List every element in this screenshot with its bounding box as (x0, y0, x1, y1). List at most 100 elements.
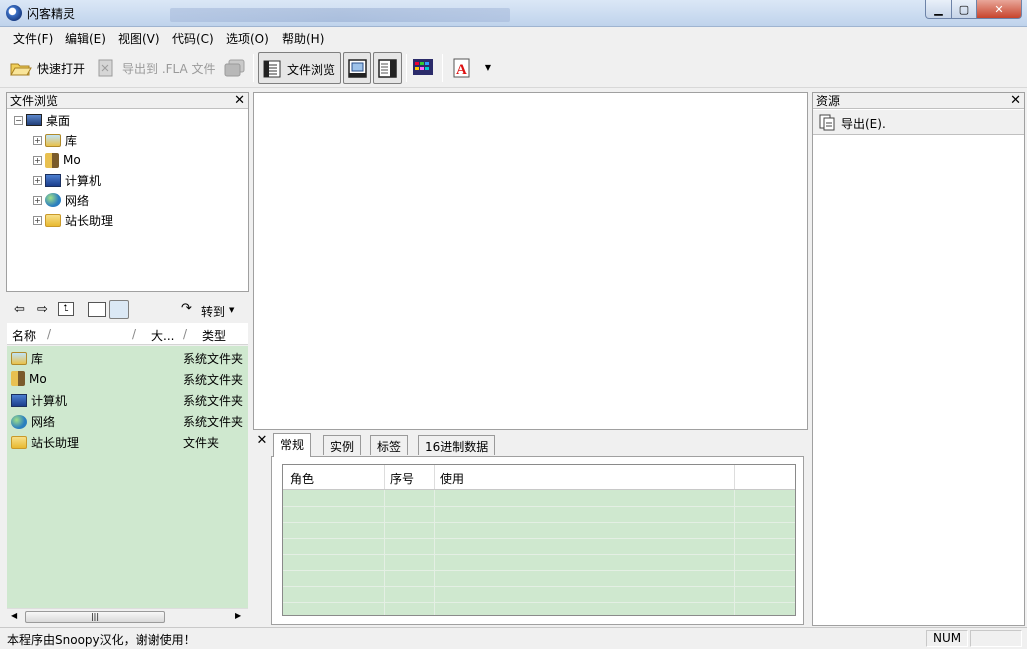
tree-item-network[interactable]: + 网络 (33, 191, 89, 209)
minimize-icon: ▁ (934, 2, 943, 16)
forward-arrow-icon[interactable]: ⇨ (37, 302, 48, 317)
tree-item-desktop[interactable]: − 桌面 (14, 111, 70, 129)
file-name: 站长助理 (31, 436, 80, 450)
expand-icon[interactable]: + (33, 195, 42, 205)
list-item[interactable]: 库 系统文件夹 (7, 347, 248, 368)
tree-label: 库 (65, 133, 78, 148)
file-type: 系统文件夹 (183, 373, 244, 387)
preview-area[interactable] (253, 92, 808, 430)
tree-label: Mo (63, 153, 81, 167)
tree-label: 网络 (65, 193, 90, 208)
column-usage[interactable]: 使用 (440, 470, 464, 487)
file-type: 文件夹 (183, 436, 220, 450)
column-index[interactable]: 序号 (390, 470, 414, 487)
expand-icon[interactable]: + (33, 215, 42, 225)
tree-item-webmaster[interactable]: + 站长助理 (33, 211, 113, 229)
collapse-icon[interactable]: − (14, 115, 23, 125)
column-name[interactable]: 名称 (12, 327, 36, 344)
computer-icon (11, 394, 27, 407)
file-type: 系统文件夹 (183, 415, 244, 429)
tree-item-mo[interactable]: + Mo (33, 151, 81, 169)
tree-item-computer[interactable]: + 计算机 (33, 171, 101, 189)
up-folder-icon[interactable]: ⮤ (58, 302, 74, 316)
status-bar: 本程序由Snoopy汉化，谢谢使用！ NUM (0, 627, 1027, 649)
file-browse-toggle[interactable]: 文件浏览 (258, 52, 341, 84)
file-browser-close-icon[interactable]: ✕ (234, 93, 245, 108)
goto-button[interactable]: 转到 (201, 303, 225, 320)
column-role[interactable]: 角色 (290, 470, 314, 487)
properties-grid: 角色 序号 使用 (282, 464, 796, 616)
back-arrow-icon[interactable]: ⇦ (14, 302, 25, 317)
tab-general[interactable]: 常规 (273, 433, 312, 457)
tab-hex-data[interactable]: 16进制数据 (418, 435, 496, 455)
list-item[interactable]: 计算机 系统文件夹 (7, 389, 248, 410)
tree-label: 计算机 (65, 173, 102, 188)
desktop-icon (26, 114, 42, 126)
file-browse-icon (263, 60, 281, 78)
expand-icon[interactable]: + (33, 135, 42, 145)
list-item[interactable]: 站长助理 文件夹 (7, 431, 248, 452)
menu-help[interactable]: 帮助(H) (282, 30, 324, 47)
scroll-right-icon[interactable]: ▶ (235, 611, 241, 620)
column-size[interactable]: 大... (151, 327, 174, 344)
resources-title-text: 资源 (816, 94, 841, 108)
list-item[interactable]: Mo 系统文件夹 (7, 368, 248, 389)
expand-icon[interactable]: + (33, 155, 42, 165)
properties-close-icon[interactable]: ✕ (253, 433, 271, 451)
details-view-icon[interactable] (109, 300, 129, 319)
column-type[interactable]: 类型 (202, 327, 226, 344)
scroll-thumb[interactable]: ||| (25, 611, 165, 623)
close-button[interactable]: ✕ (976, 0, 1022, 19)
tree-item-library[interactable]: + 库 (33, 131, 77, 149)
menu-view[interactable]: 视图(V) (118, 30, 160, 47)
export-fla-button (96, 58, 116, 78)
menu-edit[interactable]: 编辑(E) (65, 30, 106, 47)
resources-title: 资源 ✕ (813, 93, 1024, 109)
library-icon (11, 352, 27, 365)
maximize-icon: ▢ (958, 2, 970, 16)
color-view-button[interactable] (412, 58, 434, 76)
quick-open-button[interactable] (10, 58, 32, 78)
scroll-left-icon[interactable]: ◀ (11, 611, 17, 620)
export-fla-label: 导出到 .FLA 文件 (122, 62, 216, 76)
quick-open-label[interactable]: 快速打开 (37, 60, 85, 77)
folder-icon (11, 436, 27, 449)
horizontal-scrollbar[interactable]: ◀ ||| ▶ (7, 608, 248, 625)
network-icon (45, 193, 61, 207)
export-button[interactable]: 导出(E). (841, 115, 886, 132)
preview-panel-icon (348, 59, 367, 78)
maximize-button[interactable]: ▢ (951, 0, 977, 19)
chevron-down-icon[interactable]: ▼ (229, 306, 234, 314)
tab-instance[interactable]: 实例 (323, 435, 362, 455)
resource-panel-toggle[interactable] (373, 52, 402, 84)
menu-file[interactable]: 文件(F) (13, 30, 53, 47)
pdf-font-button[interactable]: A (452, 57, 472, 79)
app-icon[interactable] (6, 5, 22, 21)
title-bar: 闪客精灵 ▁ ▢ ✕ (0, 0, 1027, 27)
goto-arrow-icon[interactable]: ↷ (181, 301, 192, 316)
open-folder-icon (10, 63, 32, 76)
status-message: 本程序由Snoopy汉化，谢谢使用！ (7, 633, 196, 647)
color-grid-icon (413, 59, 433, 75)
resources-close-icon[interactable]: ✕ (1010, 93, 1021, 108)
list-view-icon[interactable] (88, 302, 106, 317)
blurred-taskbar-region (170, 8, 510, 22)
list-item[interactable]: 网络 系统文件夹 (7, 410, 248, 431)
file-type: 系统文件夹 (183, 352, 244, 366)
expand-icon[interactable]: + (33, 175, 42, 185)
tab-label[interactable]: 标签 (370, 435, 409, 455)
menu-code[interactable]: 代码(C) (172, 30, 214, 47)
export-images-button (224, 58, 246, 78)
library-icon (45, 133, 61, 147)
preview-panel-toggle[interactable] (343, 52, 371, 84)
menu-options[interactable]: 选项(O) (226, 30, 269, 47)
chevron-down-icon[interactable]: ▼ (483, 62, 493, 72)
file-name: 计算机 (31, 394, 68, 408)
file-name: 库 (31, 352, 44, 366)
num-lock-indicator: NUM (926, 630, 968, 647)
resources-toolbar: 导出(E). (813, 110, 1024, 135)
minimize-button[interactable]: ▁ (925, 0, 952, 19)
file-list: 库 系统文件夹 Mo 系统文件夹 计算机 系统文件夹 网络 系统文件夹 站长助理… (7, 346, 248, 608)
user-folder-icon (11, 371, 25, 386)
font-a-icon: A (453, 58, 470, 78)
